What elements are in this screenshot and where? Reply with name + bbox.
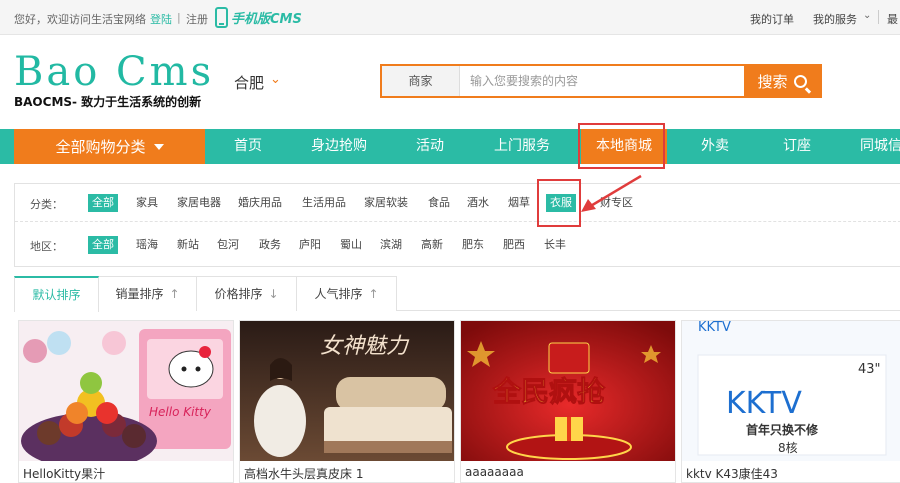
region-chip[interactable]: 长丰 [544,236,566,254]
category-chip[interactable]: 家居软装 [364,194,408,212]
search-button-label: 搜索 [757,72,788,91]
search-category-select[interactable]: 商家 [382,66,460,96]
region-filter-label: 地区： [30,240,63,253]
chevron-down-icon[interactable]: ⌄ [270,72,281,87]
register-link[interactable]: 注册 [186,11,208,27]
product-image[interactable]: Hello Kitty [19,321,234,461]
annotation-arrow [581,174,642,212]
all-categories-button[interactable]: 全部购物分类 [14,129,205,164]
product-card[interactable]: Hello Kitty HelloKitty果汁 [18,320,234,483]
product-image-text: Hello Kitty [149,405,212,419]
sort-tab-label: 人气排序 [314,287,363,301]
tv-size-badge: 43" [858,362,881,377]
category-chip[interactable]: 生活用品 [302,194,346,212]
product-title[interactable]: aaaaaaaa [465,465,524,479]
category-chip[interactable]: 婚庆用品 [238,194,282,212]
region-chip[interactable]: 肥西 [503,236,525,254]
region-chip[interactable]: 庐阳 [299,236,321,254]
sort-tab-label: 价格排序 [214,287,263,301]
site-slogan: BAOCMS- 致力于生活系统的创新 [14,95,202,109]
category-chip[interactable]: 全部 [88,194,118,212]
search-icon [793,74,807,88]
category-chip[interactable]: 家具 [136,194,158,212]
product-image-bottom-text: 8核 [778,441,798,455]
category-chip[interactable]: 食品 [428,194,450,212]
mobile-cms-link[interactable]: 手机版CMS [215,5,302,29]
category-chip[interactable]: 酒水 [467,194,489,212]
region-chip[interactable]: 政务 [259,236,281,254]
product-card[interactable]: 全民疯抢 aaaaaaaa [460,320,676,483]
region-chip[interactable]: 蜀山 [340,236,362,254]
kktv-logo-text: KKTV [698,321,731,335]
region-chip[interactable]: 新站 [177,236,199,254]
region-filter-row: 地区： 全部 瑶海 新站 包河 政务 庐阳 蜀山 滨湖 高新 肥东 肥西 长丰 [15,226,900,264]
nav-item-activities[interactable]: 活动 [416,129,444,164]
sort-tab-price[interactable]: 价格排序 ↓ [197,276,297,311]
category-filter-row: 分类： 全部 家具 家居电器 婚庆用品 生活用品 家居软装 食品 酒水 烟草 衣… [15,184,900,222]
sort-tab-default[interactable]: 默认排序 [14,276,99,312]
region-chip[interactable]: 滨湖 [380,236,402,254]
divider: | [177,11,181,24]
product-card[interactable]: 女神魅力 高档水牛头层真皮床 1 [239,320,455,483]
sort-tab-label: 销量排序 [115,287,164,301]
arrow-up-icon: ↑ [368,287,379,301]
top-bar: 您好，欢迎访问生活宝网络 登陆 | 注册 手机版CMS 我的订单 我的服务 ⌄ … [0,0,900,35]
search-button[interactable]: 搜索 [744,66,820,96]
my-orders-link[interactable]: 我的订单 [750,11,794,27]
product-image[interactable]: KKTV 43" KKTV 首年只换不修 8核 [682,321,900,461]
product-image-text: 全民疯抢 [492,375,606,408]
nav-item-takeout[interactable]: 外卖 [701,129,729,164]
product-card[interactable]: KKTV 43" KKTV 首年只换不修 8核 kktv K43康佳43 [681,320,900,483]
search-bar: 商家 搜索 [380,64,822,98]
sort-tab-sales[interactable]: 销量排序 ↑ [99,276,197,311]
region-chip[interactable]: 高新 [421,236,443,254]
main-nav: 全部购物分类 首页 身边抢购 活动 上门服务 本地商城 外卖 订座 同城信 [0,129,900,164]
welcome-text: 您好，欢迎访问生活宝网络 [14,13,146,26]
my-services-link[interactable]: 我的服务 [813,11,857,27]
sort-tab-popularity[interactable]: 人气排序 ↑ [297,276,397,311]
phone-icon [215,6,228,28]
arrow-down-icon: ↓ [268,287,279,301]
category-filter-label: 分类： [30,198,63,211]
region-chip[interactable]: 瑶海 [136,236,158,254]
nav-item-local-info[interactable]: 同城信 [860,129,900,164]
arrow-up-icon: ↑ [169,287,180,301]
product-image[interactable]: 全民疯抢 [461,321,676,461]
product-image-subtext: 首年只换不修 [746,422,819,437]
product-title[interactable]: HelloKitty果汁 [23,465,105,482]
product-title[interactable]: kktv K43康佳43 [686,465,778,482]
sort-bar: 默认排序 销量排序 ↑ 价格排序 ↓ 人气排序 ↑ [14,276,900,312]
product-image-text: 女神魅力 [320,334,410,359]
nav-item-flash-sale[interactable]: 身边抢购 [311,129,367,164]
caret-down-icon [153,143,164,150]
site-logo[interactable]: Bao Cms [14,52,214,92]
city-selector[interactable]: 合肥 [234,72,264,93]
sort-tab-label: 默认排序 [32,288,81,302]
region-chip[interactable]: 肥东 [462,236,484,254]
nav-item-home-services[interactable]: 上门服务 [494,129,550,164]
chevron-down-icon[interactable]: ⌄ [863,10,871,21]
filter-panel: 分类： 全部 家具 家居电器 婚庆用品 生活用品 家居软装 食品 酒水 烟草 衣… [14,183,900,267]
divider [878,10,879,24]
category-chip[interactable]: 家居电器 [177,194,221,212]
product-image-text: KKTV [726,386,802,421]
more-link[interactable]: 最 [887,11,898,27]
region-chip[interactable]: 包河 [217,236,239,254]
nav-item-home[interactable]: 首页 [234,129,262,164]
mobile-cms-label: 手机版CMS [231,11,302,27]
annotation-box [578,123,665,169]
nav-item-reservation[interactable]: 订座 [783,129,811,164]
product-image[interactable]: 女神魅力 [240,321,455,461]
login-link[interactable]: 登陆 [150,11,172,27]
product-title[interactable]: 高档水牛头层真皮床 1 [244,465,363,482]
region-chip-selected[interactable]: 全部 [88,236,118,254]
all-categories-label: 全部购物分类 [55,138,146,156]
search-input[interactable] [460,66,744,96]
category-chip[interactable]: 烟草 [508,194,530,212]
